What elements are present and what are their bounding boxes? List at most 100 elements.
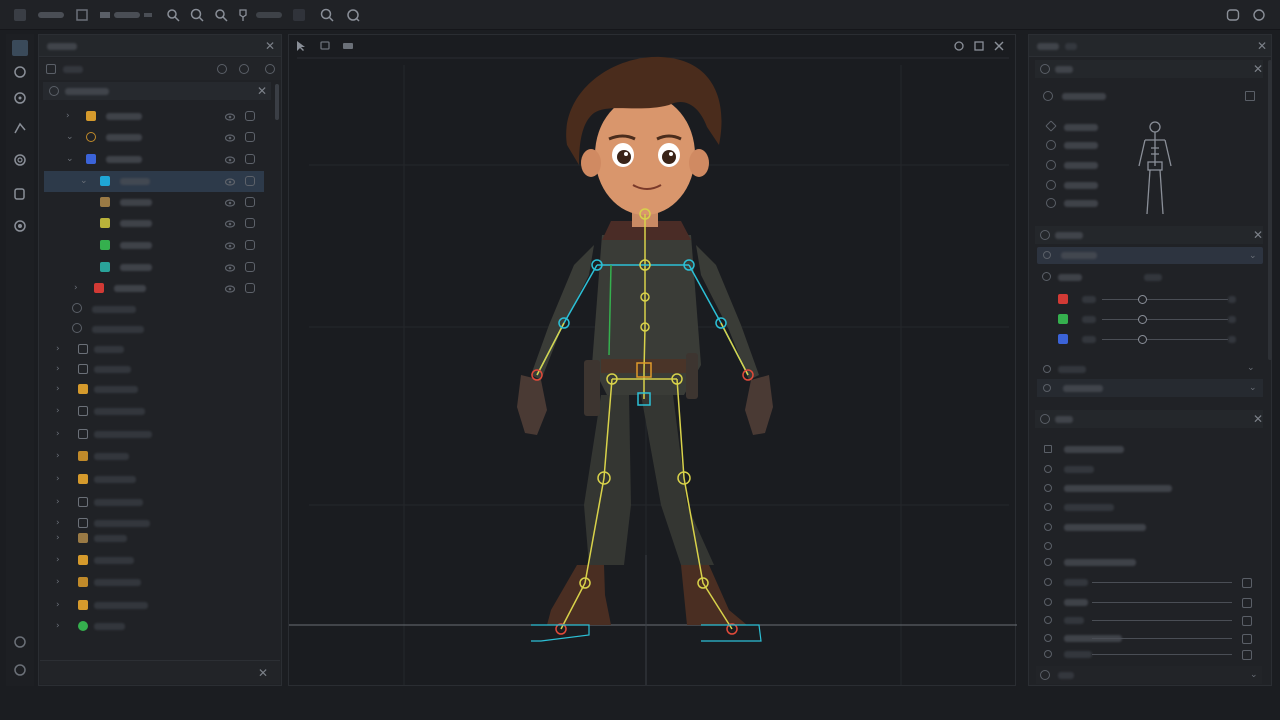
- constraint-slider[interactable]: [1092, 620, 1232, 621]
- color-channel-row[interactable]: [1052, 293, 1252, 307]
- materials-section-header[interactable]: ✕: [1035, 226, 1263, 244]
- asset-item[interactable]: ›: [44, 529, 264, 547]
- constraint-slider[interactable]: [1092, 638, 1232, 639]
- checkbox-icon[interactable]: [1044, 542, 1052, 550]
- hierarchy-row[interactable]: [44, 257, 264, 278]
- chevron-right-icon[interactable]: ›: [56, 600, 60, 610]
- asset-item[interactable]: ›: [44, 470, 264, 488]
- constraint-item[interactable]: [1040, 576, 1254, 590]
- channel-slider[interactable]: [1102, 319, 1228, 320]
- constraint-item[interactable]: [1040, 556, 1254, 570]
- search-icon[interactable]: [320, 7, 334, 23]
- chat-icon[interactable]: [1226, 7, 1240, 23]
- bone-item-icon[interactable]: [1046, 160, 1056, 170]
- zoom-in-icon[interactable]: [190, 7, 204, 23]
- reset-icon[interactable]: [1242, 650, 1252, 660]
- constraint-item[interactable]: [1040, 648, 1254, 662]
- asset-item[interactable]: ›: [44, 340, 264, 358]
- chevron-right-icon[interactable]: ›: [56, 533, 60, 543]
- view-icon[interactable]: [217, 64, 227, 74]
- lock-icon[interactable]: [245, 197, 255, 207]
- constraint-slider[interactable]: [1092, 602, 1232, 603]
- outliner-scrollbar[interactable]: [275, 84, 279, 120]
- viewport-tools[interactable]: [295, 39, 355, 53]
- slider-knob[interactable]: [1138, 335, 1147, 344]
- channel-slider[interactable]: [1102, 339, 1228, 340]
- checkbox-icon[interactable]: [1044, 558, 1052, 566]
- menu-file[interactable]: [38, 7, 66, 23]
- chevron-right-icon[interactable]: ›: [56, 344, 60, 354]
- lock-icon[interactable]: [245, 262, 255, 272]
- lock-icon[interactable]: [245, 218, 255, 228]
- lock-icon[interactable]: [245, 283, 255, 293]
- layout-icon[interactable]: [75, 7, 89, 23]
- lock-icon[interactable]: [245, 111, 255, 121]
- chevron-right-icon[interactable]: ›: [56, 429, 60, 439]
- reset-icon[interactable]: [1242, 598, 1252, 608]
- channel-slider[interactable]: [1102, 299, 1228, 300]
- properties-tab[interactable]: [1065, 43, 1077, 50]
- chevron-right-icon[interactable]: ›: [56, 555, 60, 565]
- constraint-item[interactable]: [1040, 614, 1254, 628]
- hierarchy-row[interactable]: ⌄: [44, 127, 264, 148]
- lock-icon[interactable]: [245, 176, 255, 186]
- lock-icon[interactable]: [245, 240, 255, 250]
- reset-icon[interactable]: [1242, 634, 1252, 644]
- visibility-eye-icon[interactable]: [225, 284, 235, 294]
- constraint-slider[interactable]: [1092, 654, 1232, 655]
- asset-item[interactable]: [44, 320, 264, 338]
- filter-icon[interactable]: [46, 64, 56, 74]
- chevron-down-icon[interactable]: ⌄: [1249, 383, 1257, 393]
- asset-item[interactable]: ›: [44, 617, 264, 635]
- asset-item[interactable]: ›: [44, 596, 264, 614]
- constraint-item[interactable]: [1040, 463, 1254, 477]
- viewport-3d[interactable]: [288, 34, 1017, 686]
- reset-icon[interactable]: [1242, 616, 1252, 626]
- chevron-right-icon[interactable]: ›: [56, 384, 60, 394]
- checkbox-icon[interactable]: [1044, 650, 1052, 658]
- chevron-right-icon[interactable]: ›: [56, 451, 60, 461]
- asset-item[interactable]: [44, 300, 264, 318]
- visibility-eye-icon[interactable]: [225, 241, 235, 251]
- asset-item[interactable]: ›: [44, 425, 264, 443]
- ik-tool-icon[interactable]: [12, 186, 28, 202]
- options-icon[interactable]: [265, 64, 275, 74]
- outliner-search[interactable]: ✕: [40, 660, 280, 684]
- hierarchy-row[interactable]: [44, 213, 264, 234]
- lock-icon[interactable]: [245, 154, 255, 164]
- chevron-right-icon[interactable]: ›: [74, 283, 78, 293]
- close-icon[interactable]: ✕: [257, 85, 267, 97]
- constraints-section-header[interactable]: ✕: [1035, 410, 1263, 428]
- app-menu-icon[interactable]: [12, 7, 28, 23]
- chevron-down-icon[interactable]: ⌄: [1247, 363, 1255, 373]
- close-icon[interactable]: ✕: [1257, 40, 1267, 52]
- reset-icon[interactable]: [1242, 578, 1252, 588]
- weight-tool-icon[interactable]: [12, 152, 28, 168]
- properties-scrollbar[interactable]: [1268, 60, 1272, 360]
- circle-tool-icon[interactable]: [12, 64, 28, 80]
- bookmark-icon[interactable]: [292, 7, 306, 23]
- chevron-right-icon[interactable]: ›: [56, 364, 60, 374]
- checkbox-icon[interactable]: [1044, 634, 1052, 642]
- asset-item[interactable]: ›: [44, 551, 264, 569]
- hierarchy-row[interactable]: [44, 192, 264, 213]
- sort-icon[interactable]: [239, 64, 249, 74]
- color-channel-row[interactable]: [1052, 313, 1252, 327]
- slider-knob[interactable]: [1138, 295, 1147, 304]
- viewport-controls[interactable]: [953, 39, 1013, 53]
- close-icon[interactable]: ✕: [1253, 229, 1263, 241]
- chevron-right-icon[interactable]: ›: [56, 577, 60, 587]
- constraint-item[interactable]: [1040, 632, 1254, 646]
- rotate-tool-icon[interactable]: [12, 90, 28, 106]
- asset-item[interactable]: ›: [44, 573, 264, 591]
- visibility-eye-icon[interactable]: [225, 155, 235, 165]
- checkbox-icon[interactable]: [1044, 578, 1052, 586]
- asset-item[interactable]: ›: [44, 447, 264, 465]
- bone-item-icon[interactable]: [1046, 140, 1056, 150]
- visibility-eye-icon[interactable]: [225, 133, 235, 143]
- chevron-right-icon[interactable]: ›: [56, 474, 60, 484]
- menu-view[interactable]: [100, 7, 156, 23]
- hierarchy-row[interactable]: [44, 235, 264, 256]
- lock-icon[interactable]: [245, 132, 255, 142]
- chevron-right-icon[interactable]: ›: [56, 518, 60, 528]
